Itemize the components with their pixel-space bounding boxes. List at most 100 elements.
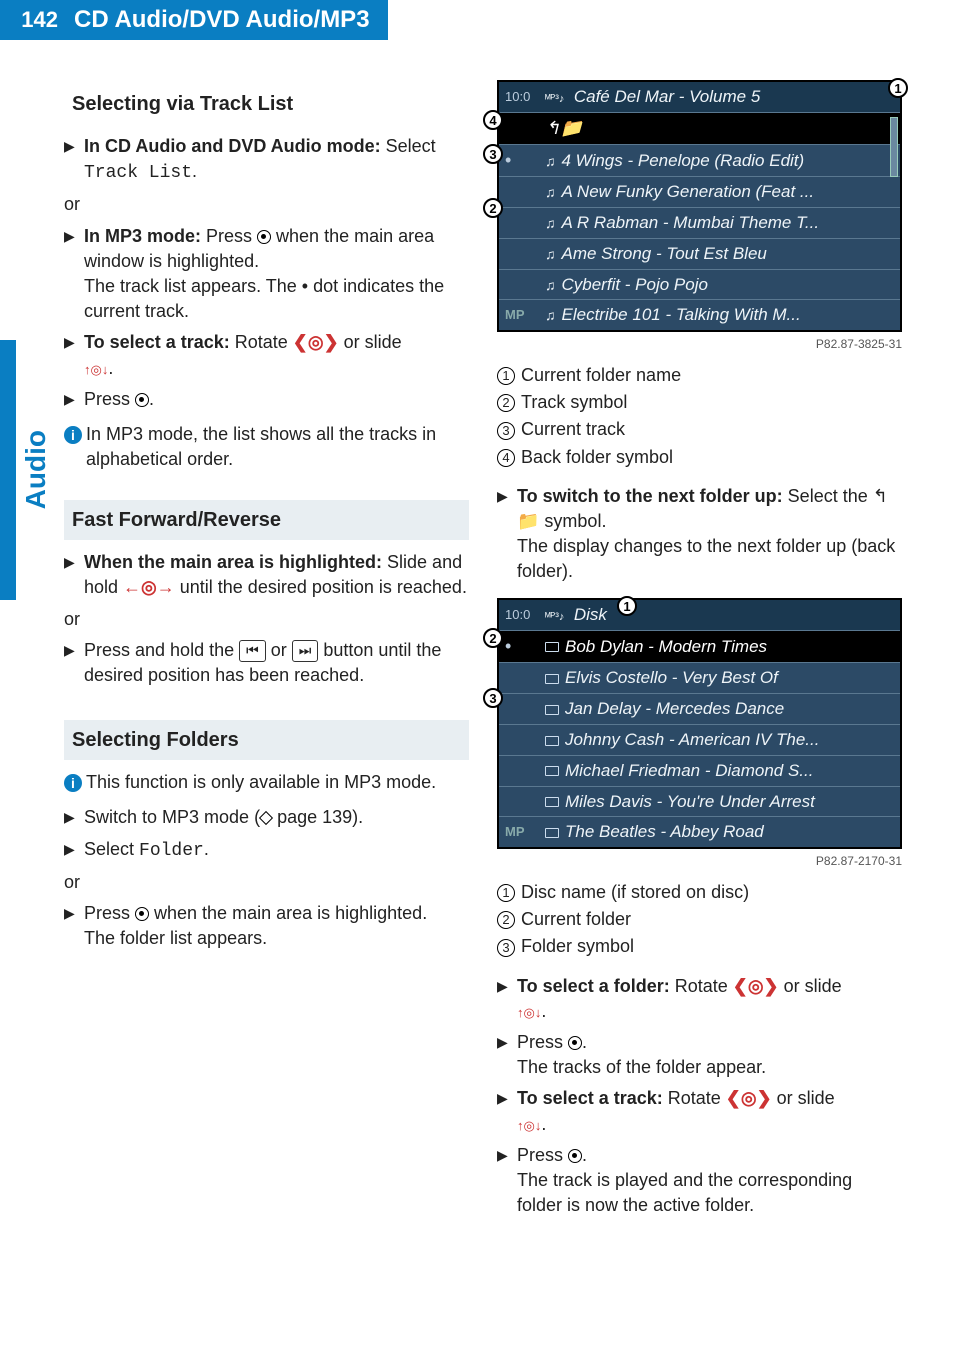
step-marker-icon: ▶ [64, 227, 75, 247]
mp3-badge-icon: ᴹᴾ³♪ [545, 93, 564, 105]
step-select-folder: ▶ To select a folder: Rotate ❮◎❯ or slid… [497, 974, 902, 1024]
heading-ff-rev: Fast Forward/Reverse [64, 500, 469, 540]
fig-folder: Michael Friedman - Diamond S... [565, 761, 813, 780]
step-mp3-press: ▶ In MP3 mode: Press when the main area … [64, 224, 469, 325]
track-note-icon: ♫ [545, 214, 556, 234]
section-side-tab: Audio [0, 340, 56, 600]
info-text: This function is only available in MP3 m… [86, 770, 469, 795]
page-header: 142 CD Audio/DVD Audio/MP3 [0, 0, 902, 40]
step-marker-icon: ▶ [497, 1146, 508, 1166]
legend-entry: 2Track symbol [497, 390, 902, 415]
or-separator: or [64, 607, 469, 632]
controller-slide-lr-icon: ←◎→ [123, 577, 175, 597]
page-title: CD Audio/DVD Audio/MP3 [64, 0, 388, 40]
step-result: The display changes to the next folder u… [517, 534, 902, 584]
callout-1-icon: 1 [888, 78, 908, 98]
info-icon: i [64, 774, 82, 792]
callout-4-icon: 4 [483, 110, 503, 130]
controller-press-icon [135, 907, 149, 921]
page-ref-icon [259, 811, 273, 825]
controller-press-icon [568, 1149, 582, 1163]
step-marker-icon: ▶ [64, 904, 75, 924]
legend-number-icon: 3 [497, 422, 515, 440]
step-marker-icon: ▶ [64, 641, 75, 661]
track-note-icon: ♫ [545, 245, 556, 265]
fig-folder: Johnny Cash - American IV The... [565, 730, 819, 749]
or-separator: or [64, 870, 469, 895]
legend-number-icon: 1 [497, 367, 515, 385]
back-folder-icon: ↰📁 [545, 118, 583, 138]
track-note-icon: ♫ [545, 306, 556, 326]
heading-track-list: Selecting via Track List [64, 84, 469, 124]
menu-option-folder: Folder [139, 841, 204, 861]
info-text: In MP3 mode, the list shows all the trac… [86, 422, 469, 472]
legend-entry: 1Current folder name [497, 363, 902, 388]
fig-track: Ame Strong - Tout Est Bleu [562, 244, 767, 263]
controller-rotate-icon: ❮◎❯ [726, 1088, 772, 1108]
step-bold: To select a folder: [517, 976, 670, 996]
mp-label: MP [505, 306, 545, 324]
fig-header-text: Disk [574, 605, 607, 624]
step-switch-folder-up: ▶ To switch to the next folder up: Selec… [497, 484, 902, 585]
figure-folder-list: 10:0 ᴹᴾ³♪ Disk •Bob Dylan - Modern Times… [497, 598, 902, 849]
step-marker-icon: ▶ [64, 333, 75, 353]
fig-folder: The Beatles - Abbey Road [565, 822, 764, 841]
figure-track-list: 10:0 ᴹᴾ³♪ Café Del Mar - Volume 5 ↰📁 •♫4… [497, 80, 902, 332]
callout-3-icon: 3 [483, 144, 503, 164]
step-result: The folder list appears. [84, 926, 469, 951]
side-tab-label: Audio [16, 430, 56, 509]
next-track-button-icon: ⏭ [292, 640, 319, 662]
step-bold: To select a track: [517, 1088, 663, 1108]
step-result: The tracks of the folder appear. [517, 1055, 902, 1080]
legend-number-icon: 2 [497, 911, 515, 929]
folder-icon [545, 705, 559, 715]
folder-icon [545, 736, 559, 746]
fig-track: A R Rabman - Mumbai Theme T... [562, 213, 820, 232]
step-bold: To switch to the next folder up: [517, 486, 783, 506]
step-marker-icon: ▶ [64, 553, 75, 573]
legend-number-icon: 4 [497, 449, 515, 467]
folder-icon [545, 642, 559, 652]
step-bold: In CD Audio and DVD Audio mode: [84, 136, 381, 156]
left-column: Selecting via Track List ▶ In CD Audio a… [64, 74, 469, 1224]
scrollbar-icon [890, 117, 898, 177]
controller-press-icon [257, 230, 271, 244]
step-select-track: ▶ To select a track: Rotate ❮◎❯ or slide… [64, 330, 469, 380]
page-number: 142 [0, 0, 64, 40]
legend-number-icon: 1 [497, 884, 515, 902]
step-marker-icon: ▶ [64, 390, 75, 410]
heading-selecting-folders: Selecting Folders [64, 720, 469, 760]
legend-entry: 4Back folder symbol [497, 445, 902, 470]
legend-number-icon: 2 [497, 394, 515, 412]
step-result: The track is played and the correspondin… [517, 1168, 902, 1218]
step-marker-icon: ▶ [497, 1089, 508, 1109]
controller-slide-updown-icon: ↑◎↓ [517, 1005, 541, 1020]
step-bold: To select a track: [84, 332, 230, 352]
folder-icon [545, 766, 559, 776]
track-note-icon: ♫ [545, 276, 556, 296]
fig-track: A New Funky Generation (Feat ... [562, 182, 815, 201]
prev-track-button-icon: ⏮ [239, 640, 266, 662]
callout-2-icon: 2 [483, 198, 503, 218]
fig-folder: Bob Dylan - Modern Times [565, 637, 767, 656]
step-bold: When the main area is highlighted: [84, 552, 382, 572]
fig-header-text: Café Del Mar - Volume 5 [574, 87, 760, 106]
controller-press-icon [135, 393, 149, 407]
step-cd-dvd-select: ▶ In CD Audio and DVD Audio mode: Select… [64, 134, 469, 186]
mp3-badge-icon: ᴹᴾ³♪ [545, 611, 564, 623]
step-result: The track list appears. The • dot indica… [84, 274, 469, 324]
track-note-icon: ♫ [545, 183, 556, 203]
legend-number-icon: 3 [497, 939, 515, 957]
fig-folder: Elvis Costello - Very Best Of [565, 668, 778, 687]
step-marker-icon: ▶ [497, 977, 508, 997]
fig-track: Cyberfit - Pojo Pojo [562, 275, 708, 294]
step-press-hold-buttons: ▶ Press and hold the ⏮ or ⏭ button until… [64, 638, 469, 688]
fig-track: 4 Wings - Penelope (Radio Edit) [562, 151, 805, 170]
info-note: i In MP3 mode, the list shows all the tr… [64, 422, 469, 472]
step-select-folder-menu: ▶ Select Folder. [64, 837, 469, 864]
step-marker-icon: ▶ [64, 808, 75, 828]
step-switch-mp3: ▶ Switch to MP3 mode ( page 139). [64, 805, 469, 830]
legend-entry: 3Folder symbol [497, 934, 902, 959]
step-press: ▶ Press . The track is played and the co… [497, 1143, 902, 1219]
info-icon: i [64, 426, 82, 444]
